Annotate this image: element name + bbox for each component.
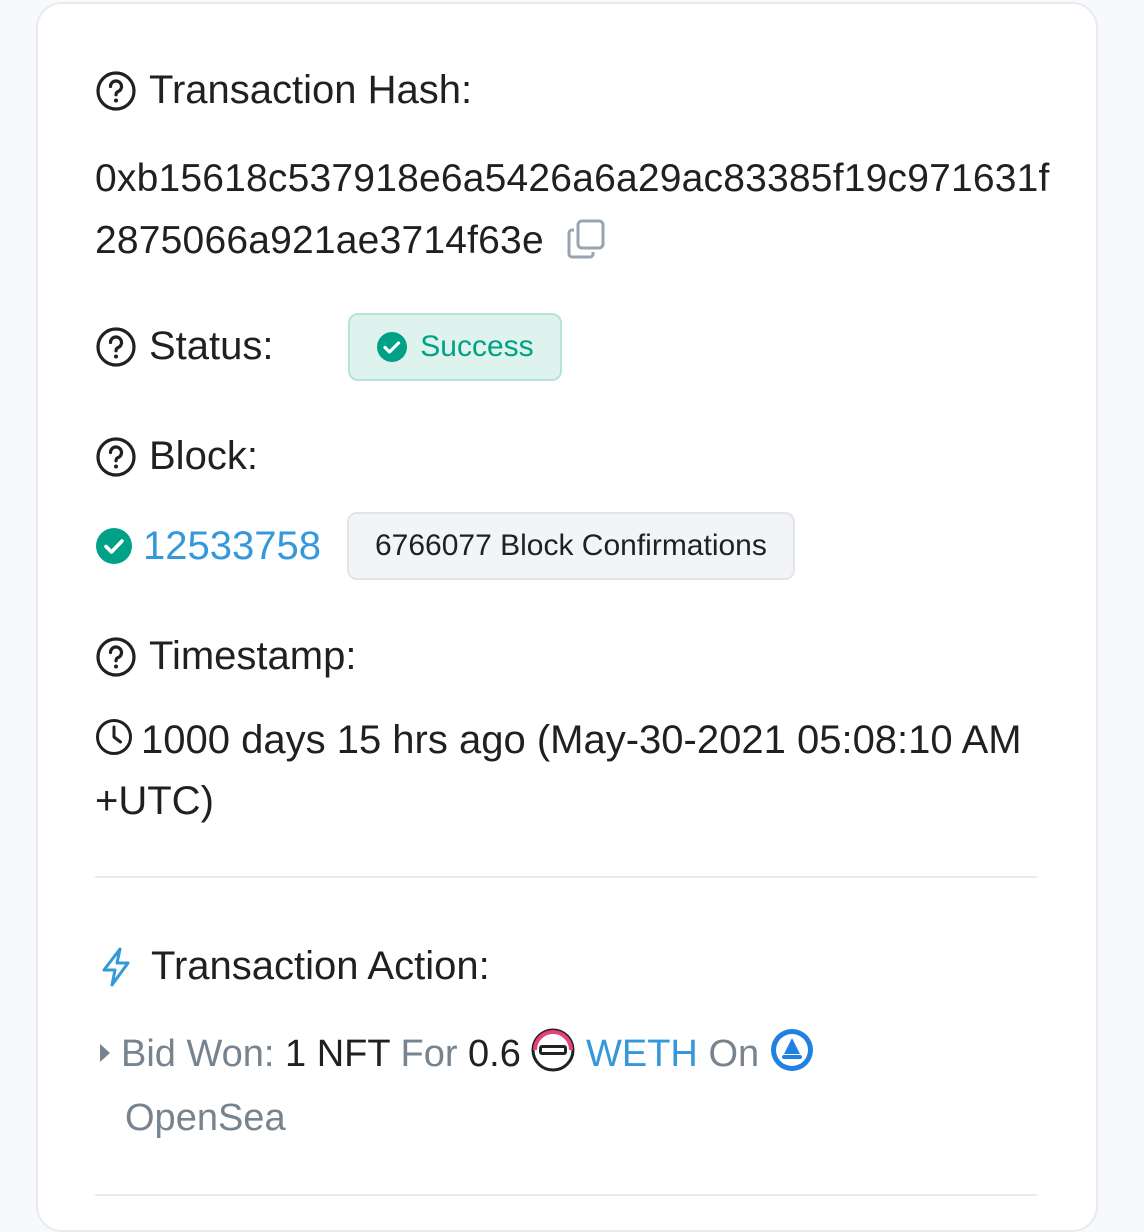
caret-right-icon[interactable] [95, 1038, 115, 1068]
status-value: Success [420, 330, 534, 363]
timestamp-value-row: 1000 days 15 hrs ago (May-30-2021 05:08:… [95, 710, 1055, 832]
transaction-hash-label-row: Transaction Hash: [95, 68, 472, 113]
question-circle-icon[interactable] [95, 70, 137, 112]
status-label: Status: [149, 324, 274, 368]
timestamp-label-row: Timestamp: [95, 634, 356, 679]
weth-token-icon [531, 1028, 575, 1072]
opensea-logo-icon [770, 1029, 813, 1071]
question-circle-icon[interactable] [95, 636, 137, 678]
timestamp-label: Timestamp: [149, 634, 357, 678]
question-circle-icon[interactable] [95, 326, 137, 368]
transaction-action-label-row: Transaction Action: [95, 944, 490, 989]
action-for-word: For [400, 1033, 458, 1075]
status-label-row: Status: [95, 324, 274, 369]
block-confirmations-text: 6766077 Block Confirmations [374, 529, 767, 562]
copy-icon[interactable] [566, 218, 608, 260]
weth-token-link[interactable]: WETH [586, 1033, 698, 1075]
divider [95, 876, 1037, 878]
question-circle-icon[interactable] [95, 436, 137, 478]
block-confirmations-badge: 6766077 Block Confirmations [346, 512, 795, 580]
status-badge: Success [348, 313, 562, 381]
opensea-marketplace-text: OpenSea [125, 1097, 286, 1139]
action-prefix: Bid Won: [121, 1033, 275, 1075]
transaction-action-row: Bid Won: 1 NFT For 0.6 WETH On OpenSea [95, 1022, 1055, 1150]
block-row: 12533758 6766077 Block Confirmations [95, 512, 795, 580]
block-label-row: Block: [95, 434, 258, 479]
action-amount: 0.6 [468, 1033, 521, 1075]
block-label: Block: [149, 434, 258, 478]
check-circle-icon [96, 528, 132, 564]
clock-icon [96, 719, 132, 755]
transaction-hash-label: Transaction Hash: [149, 68, 473, 112]
transaction-action-label: Transaction Action: [151, 944, 490, 988]
block-number-link[interactable]: 12533758 [143, 524, 321, 569]
timestamp-value: 1000 days 15 hrs ago (May-30-2021 05:08:… [95, 718, 1022, 823]
action-quantity: 1 NFT [285, 1033, 390, 1075]
action-on-word: On [708, 1033, 760, 1075]
lightning-bolt-icon [102, 947, 130, 986]
check-circle-icon [377, 332, 408, 362]
transaction-hash-value-row: 0xb15618c537918e6a5426a6a29ac83385f19c97… [95, 148, 1055, 272]
bottom-divider [95, 1194, 1037, 1196]
